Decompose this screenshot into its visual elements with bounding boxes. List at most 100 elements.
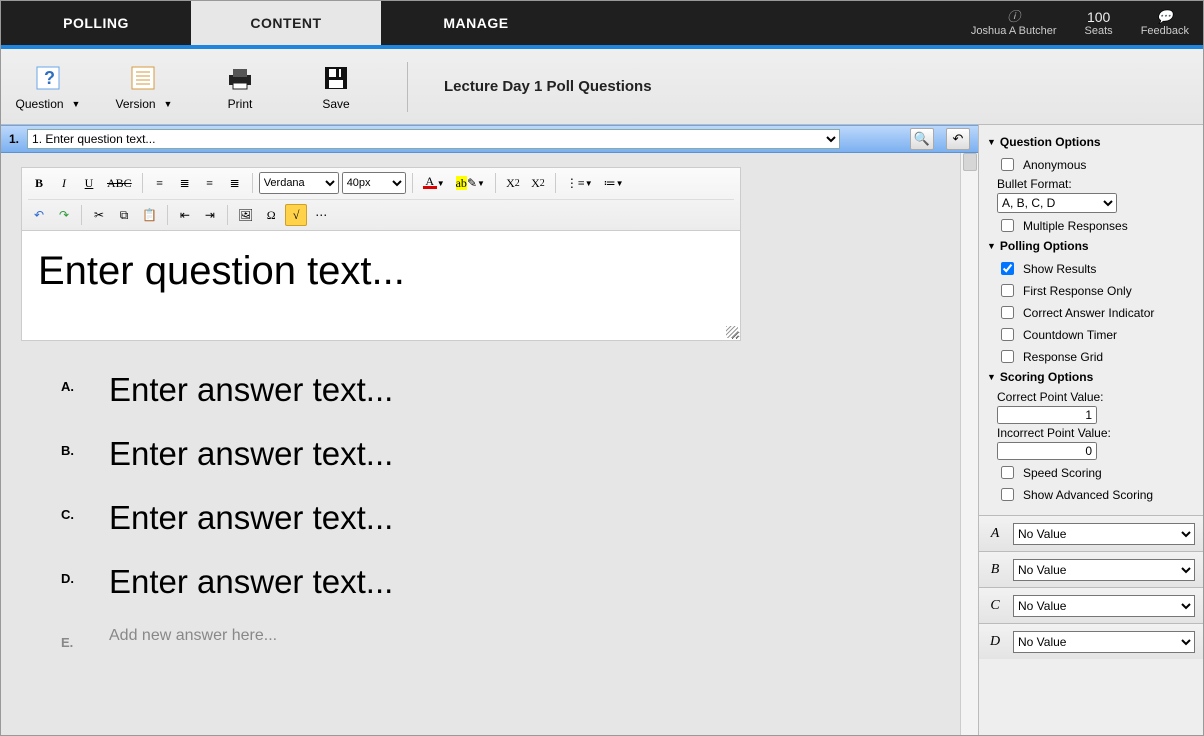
align-center-button[interactable]: ≣ bbox=[174, 172, 196, 194]
version-label: Version bbox=[116, 97, 156, 111]
first-response-checkbox[interactable]: First Response Only bbox=[997, 281, 1195, 300]
seats-label: Seats bbox=[1085, 25, 1113, 37]
bold-button[interactable]: B bbox=[28, 172, 50, 194]
speed-scoring-checkbox[interactable]: Speed Scoring bbox=[997, 463, 1195, 482]
vertical-scrollbar[interactable] bbox=[960, 153, 978, 735]
insert-more-button[interactable]: ⋯ bbox=[310, 204, 332, 226]
question-dropdown-button[interactable]: ? Question▼ bbox=[13, 63, 83, 111]
align-left-button[interactable]: ≡ bbox=[149, 172, 171, 194]
question-options-header[interactable]: ▼Question Options bbox=[987, 135, 1195, 149]
chevron-down-icon: ▼ bbox=[72, 99, 81, 109]
resize-handle[interactable] bbox=[726, 326, 738, 338]
italic-button[interactable]: I bbox=[53, 172, 75, 194]
question-number: 1. bbox=[9, 132, 19, 146]
chevron-down-icon: ▼ bbox=[437, 179, 445, 188]
indent-button[interactable]: ⇥ bbox=[199, 204, 221, 226]
answer-value-row: D No Value bbox=[979, 623, 1203, 659]
answer-value-select[interactable]: No Value bbox=[1013, 631, 1195, 653]
answer-value-row: A No Value bbox=[979, 515, 1203, 551]
highlight-button[interactable]: ab✎ ▼ bbox=[452, 172, 489, 194]
tab-content[interactable]: CONTENT bbox=[191, 1, 381, 45]
bullet-format-select[interactable]: A, B, C, D bbox=[997, 193, 1117, 213]
insert-symbol-button[interactable]: Ω bbox=[260, 204, 282, 226]
insert-image-button[interactable]: 🖼 bbox=[234, 204, 257, 226]
answer-value-badge: C bbox=[987, 598, 1003, 614]
font-size-select[interactable]: 40px bbox=[342, 172, 406, 194]
subscript-button[interactable]: X2 bbox=[502, 172, 524, 194]
undo-icon: ↶ bbox=[953, 131, 964, 147]
save-button[interactable]: Save bbox=[301, 63, 371, 111]
answer-label: B. bbox=[61, 435, 81, 458]
show-results-checkbox[interactable]: Show Results bbox=[997, 259, 1195, 278]
zoom-button[interactable]: 🔍 bbox=[910, 128, 934, 150]
feedback-link[interactable]: 💬 Feedback bbox=[1127, 1, 1203, 45]
options-panel: ▼Question Options Anonymous Bullet Forma… bbox=[978, 125, 1203, 735]
tab-polling[interactable]: POLLING bbox=[1, 1, 191, 45]
answer-value-select[interactable]: No Value bbox=[1013, 523, 1195, 545]
bullet-list-button[interactable]: ⋮≡ ▼ bbox=[562, 172, 597, 194]
question-text-input[interactable]: Enter question text... bbox=[21, 231, 741, 341]
insert-equation-button[interactable]: √ bbox=[285, 204, 307, 226]
version-dropdown-button[interactable]: Version▼ bbox=[109, 63, 179, 111]
align-right-button[interactable]: ≡ bbox=[199, 172, 221, 194]
strikethrough-button[interactable]: ABC bbox=[103, 172, 136, 194]
response-grid-checkbox[interactable]: Response Grid bbox=[997, 347, 1195, 366]
undo-button[interactable]: ↶ bbox=[28, 204, 50, 226]
add-answer-text[interactable]: Add new answer here... bbox=[109, 627, 277, 645]
chevron-down-icon: ▼ bbox=[987, 137, 996, 147]
outdent-button[interactable]: ⇤ bbox=[174, 204, 196, 226]
countdown-checkbox[interactable]: Countdown Timer bbox=[997, 325, 1195, 344]
multiple-responses-checkbox[interactable]: Multiple Responses bbox=[997, 216, 1195, 235]
superscript-button[interactable]: X2 bbox=[527, 172, 549, 194]
answer-row[interactable]: C.Enter answer text... bbox=[61, 499, 958, 537]
answer-text[interactable]: Enter answer text... bbox=[109, 499, 393, 537]
tab-manage[interactable]: MANAGE bbox=[381, 1, 571, 45]
seats-count: 100 bbox=[1087, 9, 1110, 25]
answer-text[interactable]: Enter answer text... bbox=[109, 371, 393, 409]
align-justify-button[interactable]: ≣ bbox=[224, 172, 246, 194]
answer-text[interactable]: Enter answer text... bbox=[109, 435, 393, 473]
question-select[interactable]: 1. Enter question text... bbox=[27, 129, 840, 149]
copy-button[interactable]: ⧉ bbox=[113, 204, 135, 226]
user-name: Joshua A Butcher bbox=[971, 25, 1057, 37]
answer-row[interactable]: B. Enter answer text... bbox=[61, 435, 958, 473]
seats-indicator[interactable]: 100 Seats bbox=[1071, 1, 1127, 45]
answer-value-rows: ANo ValueBNo ValueCNo ValueDNo Value bbox=[979, 515, 1203, 659]
correct-indicator-checkbox[interactable]: Correct Answer Indicator bbox=[997, 303, 1195, 322]
polling-options-header[interactable]: ▼Polling Options bbox=[987, 239, 1195, 253]
print-button[interactable]: Print bbox=[205, 63, 275, 111]
answer-value-select[interactable]: No Value bbox=[1013, 559, 1195, 581]
account-menu[interactable]: ⓘ Joshua A Butcher bbox=[957, 1, 1071, 45]
redo-button[interactable]: ↷ bbox=[53, 204, 75, 226]
answer-value-row: BNo Value bbox=[979, 551, 1203, 587]
question-selector-bar: 1. 1. Enter question text... 🔍 ↶ bbox=[1, 125, 978, 153]
undo-button[interactable]: ↶ bbox=[946, 128, 970, 150]
user-icon: ⓘ bbox=[1007, 10, 1020, 23]
ribbon-toolbar: ? Question▼ Version▼ Print Save Lecture … bbox=[1, 49, 1203, 125]
answer-text[interactable]: Enter answer text... bbox=[109, 563, 393, 601]
answer-row[interactable]: D.Enter answer text... bbox=[61, 563, 958, 601]
chevron-down-icon: ▼ bbox=[987, 372, 996, 382]
cut-button[interactable]: ✂ bbox=[88, 204, 110, 226]
answer-value-badge: A bbox=[987, 526, 1003, 542]
advanced-scoring-checkbox[interactable]: Show Advanced Scoring bbox=[997, 485, 1195, 504]
anonymous-checkbox[interactable]: Anonymous bbox=[997, 155, 1195, 174]
font-family-select[interactable]: Verdana bbox=[259, 172, 339, 194]
question-icon: ? bbox=[33, 63, 63, 93]
scoring-options-header[interactable]: ▼Scoring Options bbox=[987, 370, 1195, 384]
answer-row[interactable]: A. Enter answer text... bbox=[61, 371, 958, 409]
incorrect-pv-input[interactable] bbox=[997, 442, 1097, 460]
add-answer-row[interactable]: E. Add new answer here... bbox=[61, 627, 958, 650]
answer-value-select[interactable]: No Value bbox=[1013, 595, 1195, 617]
number-list-button[interactable]: ≔ ▼ bbox=[600, 172, 628, 194]
answer-value-badge: D bbox=[987, 634, 1003, 650]
svg-text:?: ? bbox=[44, 68, 55, 88]
correct-pv-input[interactable] bbox=[997, 406, 1097, 424]
document-title: Lecture Day 1 Poll Questions bbox=[444, 78, 652, 95]
scrollbar-thumb[interactable] bbox=[963, 153, 977, 171]
answer-label: A. bbox=[61, 371, 81, 394]
underline-button[interactable]: U bbox=[78, 172, 100, 194]
font-color-button[interactable]: A ▼ bbox=[419, 172, 449, 194]
paste-button[interactable]: 📋 bbox=[138, 204, 161, 226]
answer-label: E. bbox=[61, 627, 81, 650]
